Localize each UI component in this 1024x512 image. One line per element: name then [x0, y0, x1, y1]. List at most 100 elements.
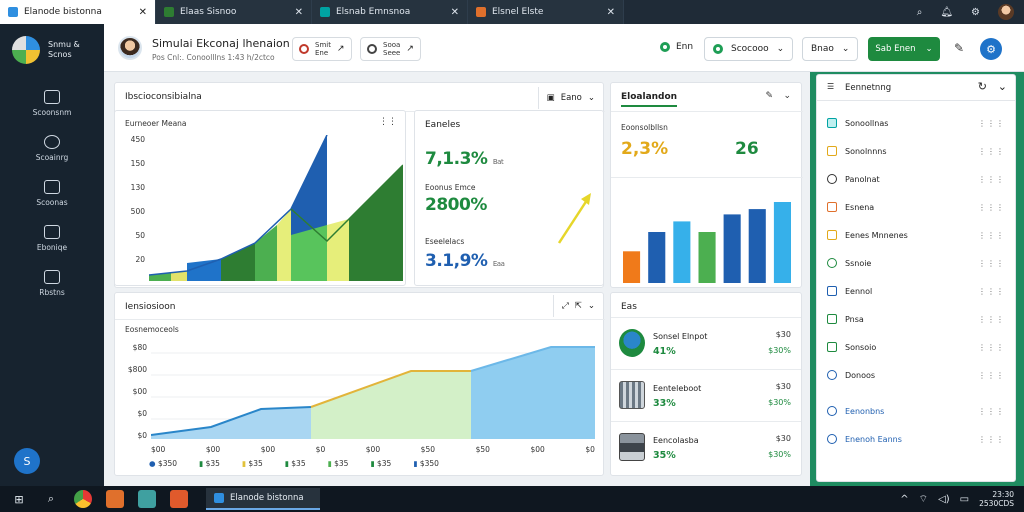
chart-controls[interactable]: ⤢ ⇱ ⌄	[552, 295, 603, 317]
more-icon[interactable]: ⋮⋮⋮	[978, 343, 1005, 352]
close-icon[interactable]: ✕	[295, 7, 303, 18]
network-icon[interactable]: ⌔	[919, 493, 928, 506]
card-title: Iensiosioon	[125, 302, 176, 312]
card-title: Eloalandon	[621, 92, 678, 107]
folder-icon[interactable]	[138, 490, 156, 508]
chevron-down-icon[interactable]: ⌄	[783, 91, 791, 101]
sidebar-item-3[interactable]: Scoonas	[0, 180, 104, 207]
value-selector[interactable]: Scocooo ⌄	[704, 37, 794, 61]
panel-item[interactable]: Ssnoie ⋮⋮⋮	[817, 249, 1015, 277]
panel-item[interactable]: Panolnat ⋮⋮⋮	[817, 165, 1015, 193]
legend-item: ▮ $350	[413, 459, 439, 468]
avatar[interactable]	[998, 4, 1014, 20]
search-icon[interactable]: ⌕	[917, 7, 923, 18]
clock[interactable]: 23:30 2530CDS	[979, 490, 1014, 508]
panel-item[interactable]: Enenoh Eanns ⋮⋮⋮	[817, 425, 1015, 453]
list-item[interactable]: Eencolasba 35% $30 $30%	[611, 421, 801, 473]
location-icon	[827, 258, 837, 268]
close-icon[interactable]: ✕	[607, 7, 615, 18]
header-chip-2[interactable]: Sooa Seee ↗	[360, 37, 421, 61]
tab-dashboard[interactable]: Elanode bistonna ✕	[0, 0, 156, 24]
sidebar-item-1[interactable]: Scoonsnm	[0, 90, 104, 117]
panel-item[interactable]: Eenes Mnnenes ⋮⋮⋮	[817, 221, 1015, 249]
volume-icon[interactable]: ◁)	[938, 494, 950, 505]
legend-item: ▮ $35	[284, 459, 306, 468]
close-icon[interactable]: ✕	[451, 7, 459, 18]
panel-item[interactable]: Eenonbns ⋮⋮⋮	[817, 397, 1015, 425]
panel-item[interactable]: Donoos ⋮⋮⋮	[817, 361, 1015, 389]
more-icon[interactable]: ⋮⋮⋮	[978, 435, 1005, 444]
more-icon[interactable]: ⋮⋮⋮	[978, 315, 1005, 324]
home-icon	[44, 90, 60, 104]
tab-2[interactable]: Elaas Sisnoo ✕	[156, 0, 312, 24]
help-button[interactable]: S	[14, 448, 40, 474]
settings-round-button[interactable]: ⚙︎	[980, 38, 1002, 60]
bar	[648, 232, 666, 283]
card-title: Eas	[621, 302, 637, 312]
y-axis: $80 $800 $00 $0 $0	[121, 343, 147, 453]
y-axis: 450 150 130 500 50 20	[125, 135, 145, 279]
header-chip-1[interactable]: Smit Ene ↗	[292, 37, 352, 61]
more-icon[interactable]: ⋮⋮⋮	[978, 119, 1005, 128]
battery-icon[interactable]: ▭	[960, 494, 969, 505]
refresh-icon	[827, 314, 837, 324]
y-tick: $800	[127, 365, 147, 374]
settings-icon[interactable]: ⚙︎	[971, 7, 980, 18]
chevron-down-icon: ⌄	[776, 44, 785, 54]
metric-value: 26	[735, 139, 759, 159]
panel-item[interactable]: Eennol ⋮⋮⋮	[817, 277, 1015, 305]
taskbar-active-app[interactable]: Elanode bistonna	[206, 488, 320, 510]
list-item[interactable]: Eenteleboot 33% $30 $30%	[611, 369, 801, 421]
panel-item[interactable]: Sonolnnns ⋮⋮⋮	[817, 137, 1015, 165]
primary-action-button[interactable]: Sab Enen ⌄	[868, 37, 940, 61]
app-logo-icon	[8, 7, 18, 17]
checkbox-icon	[827, 118, 837, 128]
refresh-icon[interactable]: ↻	[978, 80, 987, 93]
header: Simulai Ekconaj lhenaion Pos Cnl:. Conoo…	[104, 24, 1024, 72]
briefcase-icon[interactable]	[170, 490, 188, 508]
filter-dropdown[interactable]: Bnao ⌄	[802, 37, 859, 61]
more-icon[interactable]: ⋮⋮⋮	[978, 175, 1005, 184]
tab-label: Elaas Sisnoo	[180, 7, 237, 17]
panel-item[interactable]: Sonoollnas ⋮⋮⋮	[817, 109, 1015, 137]
more-icon[interactable]: ⋮⋮⋮	[978, 287, 1005, 296]
filter-icon[interactable]: ☰	[827, 82, 834, 91]
start-icon[interactable]: ⊞	[10, 490, 28, 508]
more-icon[interactable]: ⋮⋮⋮	[978, 371, 1005, 380]
edit-icon[interactable]: ✎	[765, 91, 773, 101]
panel-item[interactable]: Sonsoio ⋮⋮⋮	[817, 333, 1015, 361]
sidebar-item-4[interactable]: Eboniqe	[0, 225, 104, 252]
area-segment	[349, 165, 403, 281]
trend-arrow-icon	[557, 193, 591, 244]
area-chart	[151, 346, 595, 439]
panel-item[interactable]: Esnena ⋮⋮⋮	[817, 193, 1015, 221]
card-title: Eaneles	[425, 120, 461, 130]
more-icon[interactable]: ⋮⋮⋮	[978, 259, 1005, 268]
leaf-icon	[827, 342, 837, 352]
list-item[interactable]: Sonsel Elnpot 41% $30 $30%	[611, 317, 801, 369]
period-dropdown[interactable]: ▣ Eano ⌄	[537, 87, 603, 109]
y-tick: 500	[130, 207, 145, 216]
chevron-down-icon[interactable]: ⌄	[998, 80, 1007, 93]
avatar[interactable]	[118, 36, 142, 60]
chevron-up-icon[interactable]: ^	[900, 494, 908, 505]
browser-icon[interactable]	[74, 490, 92, 508]
wrench-icon[interactable]: ✎	[954, 41, 964, 55]
more-icon[interactable]: ⋮⋮⋮	[978, 147, 1005, 156]
more-icon[interactable]: ⋮⋮⋮	[978, 203, 1005, 212]
more-icon[interactable]: ⋮⋮⋮	[978, 407, 1005, 416]
search-icon[interactable]: ⌕	[42, 490, 60, 508]
tab-4[interactable]: Elsnel Elste ✕	[468, 0, 624, 24]
more-icon[interactable]: ⋮⋮	[379, 117, 397, 127]
x-axis: $00 $00 $00 $0 $00 $50 $50 $00 $0	[151, 445, 595, 454]
sidebar-item-5[interactable]: Rbstns	[0, 270, 104, 297]
sidebar-item-2[interactable]: Scoainrg	[0, 135, 104, 162]
bell-icon[interactable]: 🔔︎	[940, 7, 953, 18]
tab-3[interactable]: Elsnab Emnsnoa ✕	[312, 0, 468, 24]
bar	[773, 202, 791, 283]
app-icon[interactable]	[106, 490, 124, 508]
close-icon[interactable]: ✕	[139, 7, 147, 18]
chevron-icon: ↗	[406, 44, 414, 54]
more-icon[interactable]: ⋮⋮⋮	[978, 231, 1005, 240]
panel-item[interactable]: Pnsa ⋮⋮⋮	[817, 305, 1015, 333]
